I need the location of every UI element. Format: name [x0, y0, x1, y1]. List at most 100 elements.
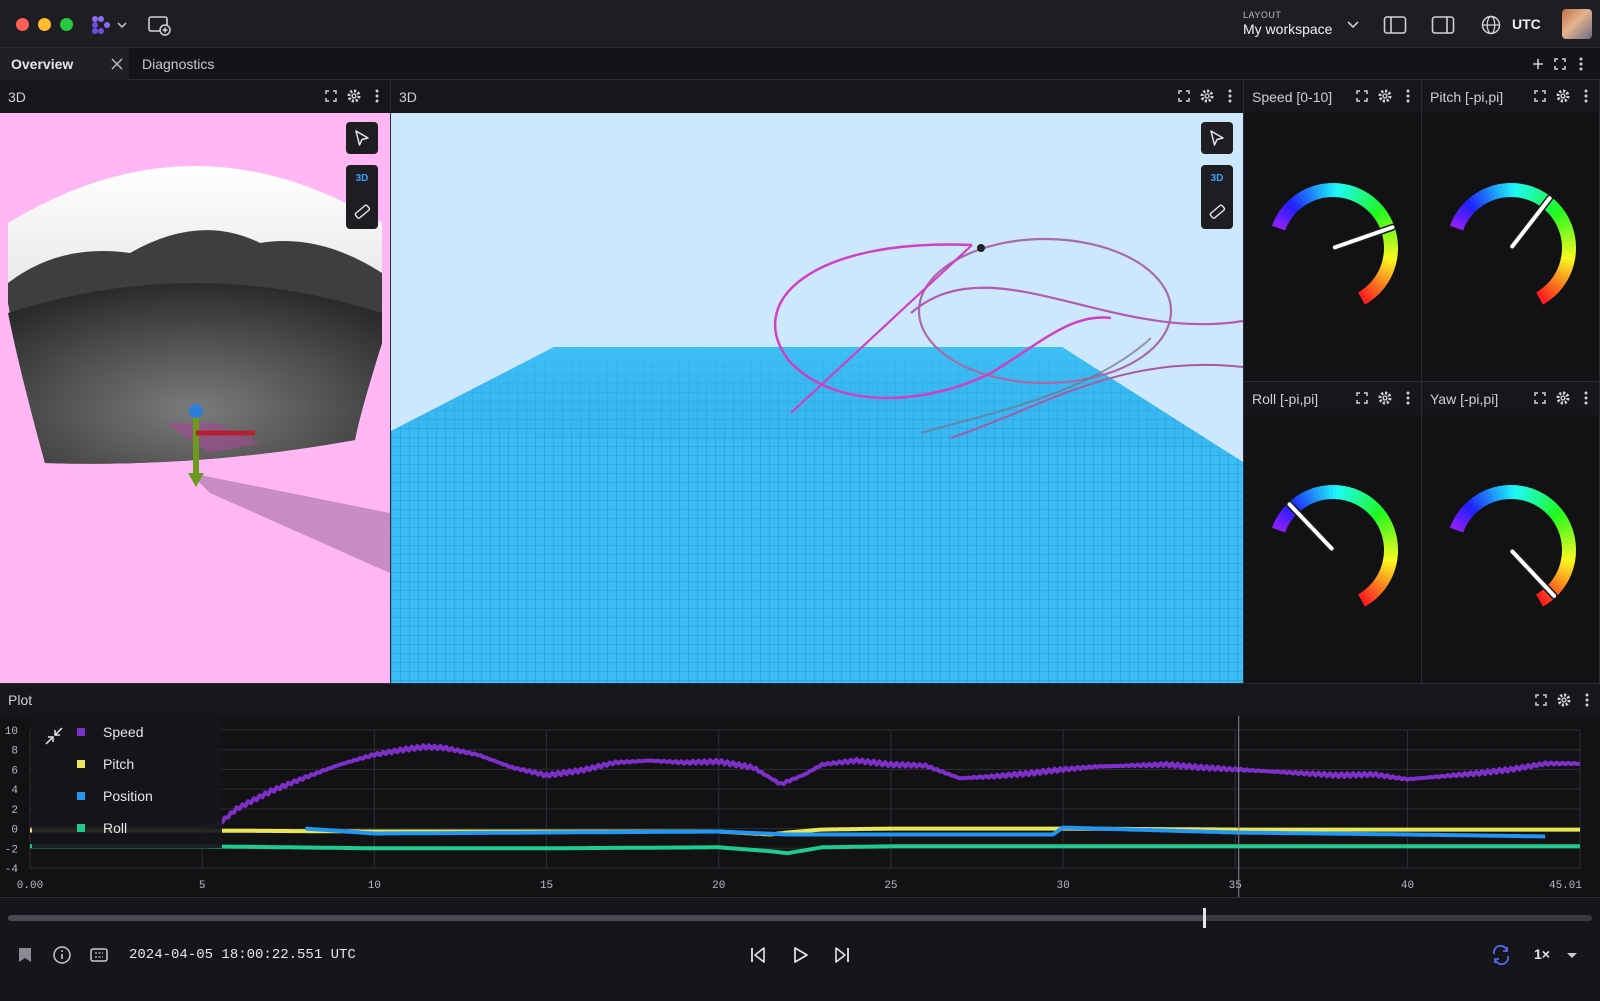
- gear-icon[interactable]: [1556, 88, 1570, 104]
- add-tab-icon[interactable]: [1532, 58, 1544, 70]
- fullscreen-icon[interactable]: [1355, 390, 1369, 406]
- fullscreen-icon[interactable]: [1533, 390, 1547, 406]
- gear-icon[interactable]: [347, 88, 361, 104]
- legend-swatch: [77, 728, 85, 736]
- playback-speed[interactable]: 1×: [1534, 946, 1550, 962]
- add-panel-button[interactable]: [146, 12, 172, 38]
- legend-item-speed[interactable]: Speed: [77, 722, 143, 742]
- minimize-window-button[interactable]: [38, 18, 51, 31]
- gauge-arc-segment: [1536, 290, 1548, 305]
- timeline-scrubber[interactable]: [1202, 908, 1206, 928]
- 3d-mode-toggle[interactable]: 3D: [1201, 173, 1233, 184]
- chevron-down-icon[interactable]: [1566, 952, 1578, 960]
- gear-icon[interactable]: [1557, 692, 1571, 708]
- 3d-mode-toggle[interactable]: 3D: [346, 173, 378, 184]
- gauge-arc-segment: [1372, 207, 1387, 219]
- gauge-arc-segment: [1365, 198, 1379, 212]
- gauge-arc-segment: [1308, 186, 1318, 201]
- more-vertical-icon[interactable]: [1223, 88, 1237, 104]
- loop-icon[interactable]: [1490, 945, 1512, 965]
- gauge-arc-segment: [1529, 489, 1540, 505]
- scene-canvas[interactable]: [391, 113, 1243, 683]
- toggle-left-sidebar-button[interactable]: [1382, 12, 1408, 38]
- gauge-arc-segment: [1449, 221, 1465, 231]
- legend-swatch: [77, 792, 85, 800]
- fullscreen-icon[interactable]: [324, 88, 338, 104]
- gauge-arc-segment: [1559, 228, 1575, 237]
- more-vertical-icon[interactable]: [1579, 88, 1593, 104]
- gauge-arc-segment: [1457, 509, 1472, 522]
- gauge-arc-segment: [1560, 557, 1576, 565]
- more-vertical-icon[interactable]: [1401, 88, 1415, 104]
- gauge-arc-segment: [1382, 557, 1398, 565]
- more-vertical-icon[interactable]: [1578, 57, 1584, 71]
- info-icon[interactable]: [52, 945, 72, 965]
- close-window-button[interactable]: [16, 18, 29, 31]
- gauge-arc-segment: [1351, 489, 1362, 505]
- app-menu-button[interactable]: [86, 12, 130, 38]
- ruler-icon[interactable]: [1208, 203, 1226, 221]
- select-tool-button[interactable]: [346, 122, 378, 154]
- gauge-arc-segment: [1308, 488, 1318, 503]
- view-tools: 3D: [346, 165, 378, 229]
- more-vertical-icon[interactable]: [1401, 390, 1415, 406]
- fullscreen-icon[interactable]: [1554, 58, 1566, 70]
- toggle-right-sidebar-button[interactable]: [1430, 12, 1456, 38]
- play-icon[interactable]: [790, 945, 810, 965]
- more-vertical-icon[interactable]: [370, 88, 384, 104]
- gauge-arc-segment: [1465, 198, 1479, 212]
- y-tick-label: 6: [11, 765, 18, 777]
- gauge-arc-segment: [1526, 488, 1536, 503]
- gear-icon[interactable]: [1378, 88, 1392, 104]
- ruler-icon[interactable]: [353, 203, 371, 221]
- gauge-arc-segment: [1383, 554, 1398, 561]
- timezone-button[interactable]: [1478, 12, 1504, 38]
- gear-icon[interactable]: [1200, 88, 1214, 104]
- gauge-arc-segment: [1560, 233, 1576, 240]
- more-vertical-icon[interactable]: [1580, 692, 1594, 708]
- gauge-arc-segment: [1556, 268, 1571, 279]
- timezone-label[interactable]: UTC: [1512, 16, 1541, 32]
- gauge-arc-segment: [1560, 255, 1576, 263]
- select-tool-button[interactable]: [1201, 122, 1233, 154]
- tab-diagnostics[interactable]: Diagnostics: [142, 48, 214, 80]
- close-icon[interactable]: [111, 58, 123, 70]
- camera-view-canvas[interactable]: [0, 113, 390, 683]
- gauge-arc-segment: [1370, 581, 1385, 594]
- chevron-down-icon[interactable]: [1340, 12, 1366, 38]
- gauge-arc-segment: [1478, 491, 1490, 506]
- legend-item-pitch[interactable]: Pitch: [77, 754, 134, 774]
- gauge-arc-segment: [1490, 487, 1499, 502]
- gauge-arc-segment: [1357, 493, 1369, 508]
- gauge-arc-segment: [1383, 237, 1398, 244]
- avatar[interactable]: [1562, 9, 1592, 39]
- gauge-arc-segment: [1520, 184, 1528, 199]
- fullscreen-icon[interactable]: [1533, 88, 1547, 104]
- gauge-arc-segment: [1556, 217, 1571, 228]
- plot-chart[interactable]: 1086420-2-40.00 5 10 15 20 25 30 35 40 45.01: [0, 716, 1600, 898]
- bookmark-icon[interactable]: [17, 946, 33, 964]
- gauge-arc-segment: [1379, 265, 1395, 275]
- zoom-window-button[interactable]: [60, 18, 73, 31]
- gauge-arc-segment: [1560, 535, 1576, 542]
- legend-item-position[interactable]: Position: [77, 786, 153, 806]
- gauge-arc-segment: [1354, 189, 1366, 204]
- more-vertical-icon[interactable]: [1579, 390, 1593, 406]
- fullscreen-icon[interactable]: [1534, 692, 1548, 708]
- x-tick-label: 40: [1401, 880, 1414, 892]
- gear-icon[interactable]: [1378, 390, 1392, 406]
- seek-backward-icon[interactable]: [748, 945, 768, 965]
- gauge-arc-segment: [1380, 564, 1396, 573]
- frame-range-icon[interactable]: [89, 945, 109, 965]
- collapse-legend-button[interactable]: [42, 724, 66, 748]
- legend-item-roll[interactable]: Roll: [77, 818, 127, 838]
- seek-forward-icon[interactable]: [832, 945, 852, 965]
- gauge-arc-segment: [1535, 191, 1547, 206]
- timeline-track[interactable]: [8, 915, 1592, 921]
- gauge-arc-segment: [1345, 185, 1354, 200]
- tab-overview[interactable]: Overview: [0, 48, 129, 80]
- gauge-arc-segment: [1471, 193, 1484, 208]
- gear-icon[interactable]: [1556, 390, 1570, 406]
- fullscreen-icon[interactable]: [1355, 88, 1369, 104]
- fullscreen-icon[interactable]: [1177, 88, 1191, 104]
